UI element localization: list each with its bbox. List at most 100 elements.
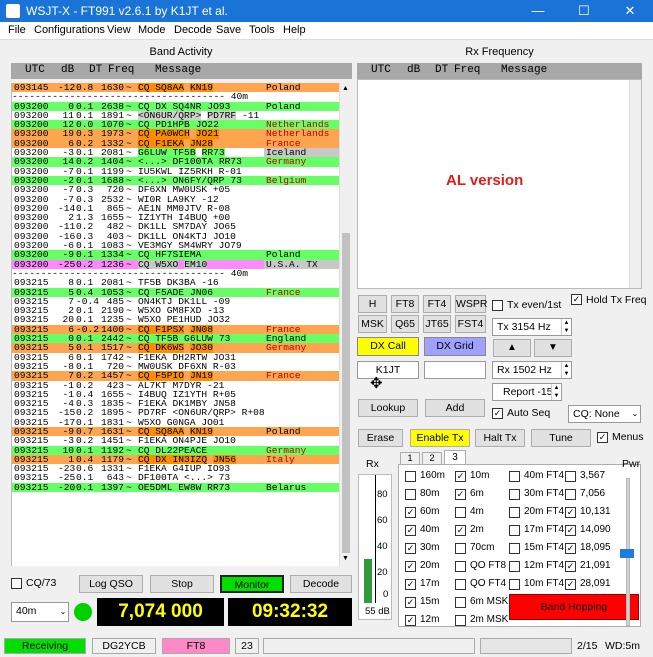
table-row[interactable]: 093215 -4 0.3 1835 ~ F1EKA DK1MBY JN58 [12, 399, 339, 409]
table-row[interactable]: 093215 7 -0.4 485 ~ ON4KTJ DK1LL -09 [12, 296, 339, 307]
table-row[interactable]: 093200 -25 0.2 1236 ~ CQ W5XO EM10 U.S.A. TX [12, 259, 339, 269]
band-checkbox[interactable]: ✓ [405, 579, 416, 590]
table-row[interactable]: 093215 5 0.4 1053 ~ CQ F5ADE JN06 France [12, 287, 339, 297]
band-checkbox[interactable] [509, 561, 520, 572]
decode-button[interactable]: Decode [290, 575, 352, 593]
band-checkbox[interactable]: ✓ [455, 489, 466, 500]
scroll-thumb[interactable] [342, 233, 350, 553]
lookup-button[interactable]: Lookup [358, 399, 418, 417]
band-activity-list[interactable]: 093145 -12 0.8 1630 ~ CQ SQ8AA KN19 Poland -----… [11, 83, 339, 566]
band-checkbox[interactable] [565, 471, 576, 482]
table-row[interactable]: 093145 -12 0.8 1630 ~ CQ SQ8AA KN19 Poland [12, 83, 339, 93]
dx-grid-button[interactable]: DX Grid [424, 337, 486, 356]
menu-configurations[interactable]: Configurations [34, 24, 105, 36]
arrow-down-button[interactable]: ▼ [534, 339, 572, 357]
table-row[interactable]: 093215 20 0.1 1235 ~ W5XO PE1HUD JO32 [12, 315, 339, 325]
rx-frequency-spinner[interactable]: Rx 1502 Hz ▲ ▼ [492, 361, 572, 379]
band-checkbox[interactable]: ✓ [405, 525, 416, 536]
tab-2[interactable]: 2 [422, 452, 442, 464]
band-checkbox[interactable] [455, 561, 466, 572]
table-row[interactable]: 093215 -25 0.1 643 ~ DF100TA <...> 73 [12, 473, 339, 483]
band-checkbox[interactable] [509, 525, 520, 536]
table-row[interactable]: 093215 6 -0.2 1400 ~ CQ F1PSX JN08 France [12, 324, 339, 335]
table-row[interactable]: 093200 12 0.0 1070 ~ CQ PD1HPB JO22 Netherlands [12, 120, 339, 130]
dx-grid-input[interactable] [424, 361, 486, 379]
scroll-up-icon[interactable]: ▲ [342, 85, 349, 92]
band-checkbox[interactable] [455, 579, 466, 590]
menu-help[interactable]: Help [283, 24, 306, 36]
band-checkbox[interactable]: ✓ [565, 525, 576, 536]
table-row[interactable]: 093200 6 0.2 1332 ~ CQ F1EKA JN28 France [12, 138, 339, 149]
menu-file[interactable]: File [8, 24, 26, 36]
band-checkbox[interactable] [405, 489, 416, 500]
band-checkbox[interactable] [509, 471, 520, 482]
table-row[interactable]: 093215 6 0.1 1742 ~ F1EKA DH2RTW JO31 [12, 352, 339, 362]
minimize-icon[interactable]: — [515, 0, 561, 22]
maximize-icon[interactable]: ☐ [561, 0, 607, 22]
cq-select[interactable]: CQ: None ⌄ [568, 405, 641, 423]
table-row[interactable]: 093200 0 0.1 2638 ~ CQ DX SQ4NR JO93 Poland [12, 101, 339, 111]
menu-view[interactable]: View [107, 24, 131, 36]
band-checkbox[interactable]: ✓ [405, 507, 416, 518]
mode-fst4-button[interactable]: FST4 [455, 315, 486, 333]
table-row[interactable]: 093215 -23 0.6 1331 ~ F1EKA G4IUP IO93 [12, 464, 339, 474]
table-row[interactable]: 093200 -16 0.3 403 ~ DK1LL ON4KTJ JO10 [12, 231, 339, 242]
table-row[interactable]: 093215 -20 0.1 1397 ~ OE5DML EW8W RR73 Belarus [12, 482, 339, 493]
arrow-up-button[interactable]: ▲ [493, 339, 531, 357]
table-row[interactable]: 093215 -15 0.2 1895 ~ PD7RF <ON6UR/QRP> R+08 [12, 408, 339, 418]
tx-frequency-spinner[interactable]: Tx 3154 Hz ▲ ▼ [492, 318, 572, 336]
cq73-checkbox[interactable] [11, 578, 22, 589]
band-checkbox[interactable]: ✓ [565, 507, 576, 518]
mode-jt65-button[interactable]: JT65 [423, 315, 451, 333]
mode-h-button[interactable]: H [358, 295, 387, 313]
table-row[interactable]: 093215 -3 0.2 1451 ~ F1EKA ON4PJE JO10 [12, 436, 339, 446]
band-select[interactable]: 40m ⌄ [11, 602, 69, 622]
menu-mode[interactable]: Mode [138, 24, 166, 36]
band-checkbox[interactable]: ✓ [565, 561, 576, 572]
monitor-button[interactable]: Monitor [220, 575, 284, 593]
stop-button[interactable]: Stop [150, 575, 214, 593]
tx-even-checkbox[interactable] [492, 300, 503, 311]
table-row[interactable]: 093215 10 0.1 1192 ~ CQ DL22PEACE Germany [12, 445, 339, 455]
band-checkbox[interactable]: ✓ [405, 561, 416, 572]
band-separator[interactable]: ------------------------------------- 40… [12, 92, 339, 101]
dx-call-input[interactable]: K1JT [357, 361, 419, 379]
band-checkbox[interactable]: ✓ [455, 471, 466, 482]
table-row[interactable]: 093215 8 0.1 2081 ~ TF5B DK3BA -16 [12, 278, 339, 288]
table-row[interactable]: 093200 -9 0.1 1334 ~ CQ HF7SIEMA Poland [12, 250, 339, 260]
table-row[interactable]: 093200 19 0.3 1973 ~ CQ PA0WCH JO21 Netherlands [12, 129, 339, 139]
band-checkbox[interactable] [455, 507, 466, 518]
band-separator[interactable]: ------------------------------------- 40… [12, 269, 339, 278]
table-row[interactable]: 093200 -7 0.1 1199 ~ IU5KWL IZ5RKH R-01 [12, 166, 339, 176]
tune-button[interactable]: Tune [531, 429, 591, 447]
table-row[interactable]: 093215 1 0.4 1179 ~ CQ DX IN3IZQ JN56 Italy [12, 454, 339, 465]
band-checkbox[interactable] [509, 579, 520, 590]
table-row[interactable]: 093200 14 0.2 1404 ~ <...> DF100TA RR73 Germany [12, 157, 339, 167]
dx-call-button[interactable]: DX Call [357, 337, 419, 356]
band-checkbox[interactable] [509, 489, 520, 500]
band-checkbox[interactable] [455, 543, 466, 554]
table-row[interactable]: 093200 -11 0.2 482 ~ DK1LL SM7DAY JO65 [12, 222, 339, 232]
mode-wspr-button[interactable]: WSPR [455, 295, 488, 313]
table-row[interactable]: 093200 -7 0.3 2532 ~ WI0R LA9KY -12 [12, 194, 339, 204]
table-row[interactable]: 093215 5 0.1 1517 ~ CQ DK6WS JO30 Germany [12, 343, 339, 353]
mode-msk-button[interactable]: MSK [358, 315, 387, 333]
menu-decode[interactable]: Decode [174, 24, 212, 36]
band-checkbox[interactable]: ✓ [565, 579, 576, 590]
table-row[interactable]: 093200 -7 0.3 720 ~ DF6XN MW0USK +05 [12, 185, 339, 195]
band-checkbox[interactable]: ✓ [405, 597, 416, 608]
log-qso-button[interactable]: Log QSO [79, 575, 143, 593]
table-row[interactable]: 093215 -8 0.1 720 ~ MW0USK DF6XN R-03 [12, 361, 339, 372]
band-checkbox[interactable] [455, 597, 466, 608]
band-checkbox[interactable] [405, 471, 416, 482]
mode-q65-button[interactable]: Q65 [391, 315, 419, 333]
menus-checkbox[interactable]: ✓ [597, 432, 608, 443]
add-button[interactable]: Add [425, 399, 485, 417]
table-row[interactable]: 093200 2 1.3 1655 ~ IZ1YTH I4BUQ +00 [12, 213, 339, 223]
pwr-slider-handle[interactable] [620, 549, 634, 558]
mode-ft8-button[interactable]: FT8 [391, 295, 419, 313]
band-checkbox[interactable]: ✓ [455, 525, 466, 536]
rx-frequency-pane[interactable]: AL version [357, 79, 642, 289]
band-checkbox[interactable] [565, 489, 576, 500]
table-row[interactable]: 093200 11 0.1 1891 ~ <ON6UR/QRP> PD7RF -11 [12, 110, 339, 121]
